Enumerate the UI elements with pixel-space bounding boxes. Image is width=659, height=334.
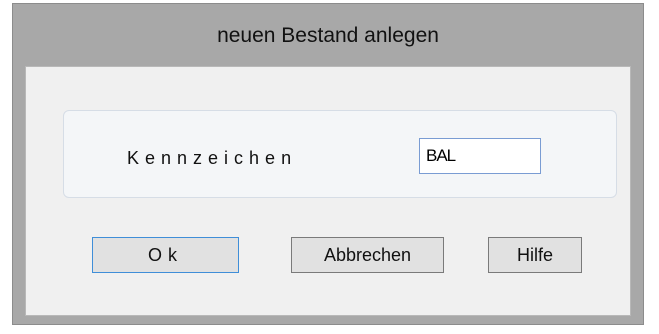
help-button[interactable]: Hilfe — [488, 237, 582, 273]
kennzeichen-input[interactable] — [419, 138, 541, 174]
dialog-window: neuen Bestand anlegen Kennzeichen Ok Abb… — [12, 3, 644, 325]
dialog-client-area: Kennzeichen Ok Abbrechen Hilfe — [25, 66, 631, 316]
kennzeichen-group: Kennzeichen — [63, 110, 617, 198]
window-title[interactable]: neuen Bestand anlegen — [13, 4, 643, 66]
ok-button[interactable]: Ok — [92, 237, 239, 273]
kennzeichen-label: Kennzeichen — [127, 148, 298, 168]
cancel-button[interactable]: Abbrechen — [291, 237, 444, 273]
